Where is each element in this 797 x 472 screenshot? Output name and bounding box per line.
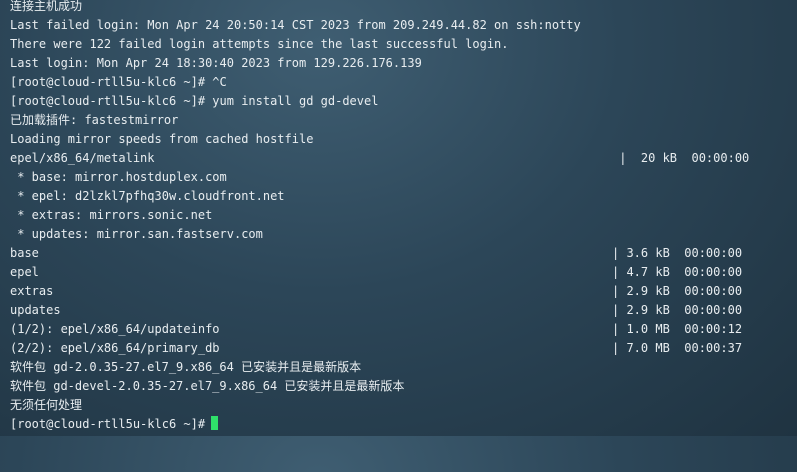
terminal-line: Loading mirror speeds from cached hostfi… — [10, 130, 797, 149]
command-prompt-line[interactable]: [root@cloud-rtll5u-klc6 ~]# — [10, 415, 797, 434]
line-text: [root@cloud-rtll5u-klc6 ~]# yum install … — [10, 94, 379, 108]
line-text: * epel: d2lzkl7pfhq30w.cloudfront.net — [10, 189, 285, 203]
terminal-line: base | 3.6 kB 00:00:00 — [10, 244, 797, 263]
download-status: | 20 kB 00:00:00 — [612, 151, 750, 165]
terminal-line: There were 122 failed login attempts sin… — [10, 35, 797, 54]
line-text: updates — [10, 303, 61, 317]
line-text: epel/x86_64/metalink — [10, 151, 155, 165]
terminal-line: (1/2): epel/x86_64/updateinfo | 1.0 MB 00… — [10, 320, 797, 339]
line-text: 软件包 gd-devel-2.0.35-27.el7_9.x86_64 已安装并… — [10, 379, 405, 393]
terminal-line: * epel: d2lzkl7pfhq30w.cloudfront.net — [10, 187, 797, 206]
download-status: | 4.7 kB 00:00:00 — [612, 265, 743, 279]
line-text: [root@cloud-rtll5u-klc6 ~]# ^C — [10, 75, 227, 89]
line-text: 连接主机成功 — [10, 0, 83, 13]
terminal-line: Last login: Mon Apr 24 18:30:40 2023 fro… — [10, 54, 797, 73]
download-status: | 2.9 kB 00:00:00 — [612, 284, 743, 298]
line-text: (1/2): epel/x86_64/updateinfo — [10, 322, 220, 336]
line-text: Last failed login: Mon Apr 24 20:50:14 C… — [10, 18, 581, 32]
terminal-line: Last failed login: Mon Apr 24 20:50:14 C… — [10, 16, 797, 35]
download-status: | 7.0 MB 00:00:37 — [612, 341, 743, 355]
terminal-line: 已加载插件: fastestmirror — [10, 111, 797, 130]
terminal-line: epel | 4.7 kB 00:00:00 — [10, 263, 797, 282]
terminal-line: * base: mirror.hostduplex.com — [10, 168, 797, 187]
terminal-line: 软件包 gd-devel-2.0.35-27.el7_9.x86_64 已安装并… — [10, 377, 797, 396]
prompt-wrap: [root@cloud-rtll5u-klc6 ~]# — [10, 415, 219, 434]
terminal-line: epel/x86_64/metalink | 20 kB 00:00:00 — [10, 149, 797, 168]
terminal-line: (2/2): epel/x86_64/primary_db | 7.0 MB 00… — [10, 339, 797, 358]
download-status: | 2.9 kB 00:00:00 — [612, 303, 743, 317]
terminal-line: [root@cloud-rtll5u-klc6 ~]# yum install … — [10, 92, 797, 111]
terminal-line: 无须任何处理 — [10, 396, 797, 415]
download-status: | 1.0 MB 00:00:12 — [612, 322, 743, 336]
terminal-line: 连接主机成功 — [10, 0, 797, 16]
line-text: There were 122 failed login attempts sin… — [10, 37, 509, 51]
terminal-line: updates | 2.9 kB 00:00:00 — [10, 301, 797, 320]
line-text: 已加载插件: fastestmirror — [10, 113, 179, 127]
terminal-window[interactable]: 连接主机成功 Last failed login: Mon Apr 24 20:… — [0, 0, 797, 436]
line-text: extras — [10, 284, 54, 298]
line-text: * updates: mirror.san.fastserv.com — [10, 227, 263, 241]
line-text: 软件包 gd-2.0.35-27.el7_9.x86_64 已安装并且是最新版本 — [10, 360, 362, 374]
line-text: base — [10, 246, 39, 260]
line-text: 无须任何处理 — [10, 398, 83, 412]
download-status: | 3.6 kB 00:00:00 — [612, 246, 743, 260]
terminal-line: * updates: mirror.san.fastserv.com — [10, 225, 797, 244]
line-text: epel — [10, 265, 39, 279]
line-text: (2/2): epel/x86_64/primary_db — [10, 341, 220, 355]
terminal-line: [root@cloud-rtll5u-klc6 ~]# ^C — [10, 73, 797, 92]
line-text: * base: mirror.hostduplex.com — [10, 170, 227, 184]
terminal-line: 软件包 gd-2.0.35-27.el7_9.x86_64 已安装并且是最新版本 — [10, 358, 797, 377]
text-cursor — [211, 416, 219, 430]
terminal-line: * extras: mirrors.sonic.net — [10, 206, 797, 225]
shell-prompt: [root@cloud-rtll5u-klc6 ~]# — [10, 417, 206, 431]
line-text: Last login: Mon Apr 24 18:30:40 2023 fro… — [10, 56, 422, 70]
line-text: Loading mirror speeds from cached hostfi… — [10, 132, 314, 146]
terminal-line: extras | 2.9 kB 00:00:00 — [10, 282, 797, 301]
line-text: * extras: mirrors.sonic.net — [10, 208, 213, 222]
